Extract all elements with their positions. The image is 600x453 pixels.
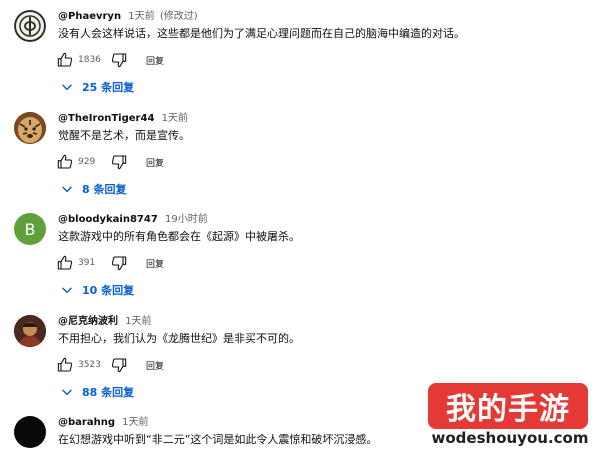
comment-actions: 391 回复: [56, 253, 164, 273]
like-button[interactable]: [56, 356, 74, 374]
like-count: 1836: [78, 55, 101, 65]
portrait-icon: [14, 315, 46, 347]
chevron-down-icon: [60, 385, 74, 399]
emblem-icon: [14, 10, 46, 42]
dislike-button[interactable]: [110, 356, 128, 374]
like-button[interactable]: [56, 51, 74, 69]
reply-button[interactable]: 回复: [146, 54, 164, 67]
comment-actions: 929 回复: [56, 152, 164, 172]
tiger-icon: [14, 112, 46, 144]
watermark: 我的手游 wodeshouyou.com: [424, 383, 596, 453]
thumbs-up-icon: [57, 255, 73, 270]
like-count: 391: [78, 258, 96, 268]
view-replies-button[interactable]: 8 条回复: [60, 180, 126, 198]
replies-label: 8 条回复: [82, 183, 127, 196]
chevron-down-icon: [60, 80, 74, 94]
comment-text: 不用担心，我们认为《龙腾世纪》是非买不可的。: [58, 332, 300, 345]
chevron-down-icon: [60, 283, 74, 297]
avatar[interactable]: [14, 315, 46, 347]
thumbs-up-icon: [57, 154, 73, 169]
reply-button[interactable]: 回复: [146, 359, 164, 372]
avatar[interactable]: [14, 112, 46, 144]
like-button[interactable]: [56, 254, 74, 272]
edited-label: (修改过): [159, 11, 198, 22]
thumbs-up-icon: [57, 357, 73, 372]
comment-text: 没有人会这样说话，这些都是他们为了满足心理问题而在自己的脑海中编造的对话。: [58, 27, 465, 40]
replies-label: 10 条回复: [82, 284, 135, 297]
author-name[interactable]: @barahng: [58, 417, 115, 428]
comment-text: 觉醒不是艺术，而是宣传。: [58, 129, 190, 142]
timestamp[interactable]: 1天前: [162, 113, 188, 124]
like-button[interactable]: [56, 153, 74, 171]
author-name[interactable]: @TheIronTiger44: [58, 113, 154, 124]
view-replies-button[interactable]: 10 条回复: [60, 281, 134, 299]
author-name[interactable]: @Phaevryn: [58, 11, 121, 22]
replies-label: 88 条回复: [82, 386, 135, 399]
watermark-logo: 我的手游: [428, 383, 588, 429]
avatar-letter: B: [24, 219, 36, 239]
like-count: 929: [78, 157, 96, 167]
reply-button[interactable]: 回复: [146, 156, 164, 169]
comment-actions: 3523 回复: [56, 355, 164, 375]
view-replies-button[interactable]: 25 条回复: [60, 78, 134, 96]
thumbs-down-icon: [111, 358, 127, 373]
comment-actions: 1836 回复: [56, 50, 164, 70]
comment-text: 这款游戏中的所有角色都会在《起源》中被屠杀。: [58, 230, 300, 243]
dislike-button[interactable]: [110, 51, 128, 69]
avatar[interactable]: [14, 416, 46, 448]
like-count: 3523: [78, 360, 101, 370]
author-name[interactable]: @尼克纳波利: [58, 316, 118, 327]
view-replies-button[interactable]: 88 条回复: [60, 383, 134, 401]
watermark-url: wodeshouyou.com: [431, 429, 589, 447]
reply-button[interactable]: 回复: [146, 257, 164, 270]
chevron-down-icon: [60, 182, 74, 196]
timestamp[interactable]: 1天前: [128, 11, 154, 22]
timestamp[interactable]: 19小时前: [165, 214, 208, 225]
thumbs-down-icon: [111, 256, 127, 271]
timestamp[interactable]: 1天前: [122, 417, 148, 428]
dislike-button[interactable]: [110, 254, 128, 272]
avatar[interactable]: B: [14, 213, 46, 245]
dislike-button[interactable]: [110, 153, 128, 171]
comment-text: 在幻想游戏中听到“非二元”这个词是如此令人震惊和破坏沉浸感。: [58, 433, 378, 446]
thumbs-up-icon: [57, 52, 73, 67]
thumbs-down-icon: [111, 53, 127, 68]
thumbs-down-icon: [111, 155, 127, 170]
replies-label: 25 条回复: [82, 81, 135, 94]
author-name[interactable]: @bloodykain8747: [58, 214, 158, 225]
avatar[interactable]: [14, 10, 46, 42]
timestamp[interactable]: 1天前: [125, 316, 151, 327]
